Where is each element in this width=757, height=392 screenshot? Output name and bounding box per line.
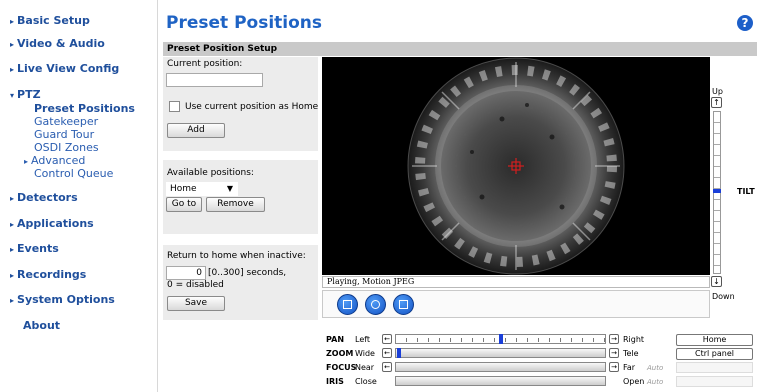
iris-label: IRIS <box>326 377 344 386</box>
chevron-right-icon: ▸ <box>10 194 15 203</box>
return-home-label: Return to home when inactive: <box>167 251 306 261</box>
tilt-up-label: Up <box>712 87 723 96</box>
focus-far-button[interactable]: → <box>609 362 619 372</box>
stop-icon <box>343 300 352 309</box>
focus-slider[interactable] <box>395 362 606 372</box>
tilt-slider-thumb[interactable] <box>713 188 721 193</box>
nav-live-view-config[interactable]: ▸ Live View Config <box>10 62 119 75</box>
nav-advanced[interactable]: ▸ Advanced <box>24 154 85 167</box>
nav-events[interactable]: ▸ Events <box>10 242 59 255</box>
chevron-right-icon: ▸ <box>10 296 15 305</box>
tilt-up-button[interactable]: ↑ <box>711 97 722 108</box>
chevron-down-icon: ▾ <box>10 91 15 100</box>
current-position-panel: Current position: Use current position a… <box>163 57 318 151</box>
nav-preset-positions[interactable]: Preset Positions <box>34 102 135 115</box>
settings-nav: ▸ Basic Setup ▸ Video & Audio ▸ Live View C… <box>0 0 158 392</box>
nav-control-queue[interactable]: Control Queue <box>34 167 113 180</box>
snapshot-button[interactable] <box>365 294 386 315</box>
chevron-right-icon: ▸ <box>10 271 15 280</box>
tilt-down-label: Down <box>712 292 735 301</box>
pan-left-button[interactable]: ← <box>382 334 392 344</box>
zoom-tele-label: Tele <box>623 349 639 358</box>
nav-about[interactable]: About <box>23 319 60 332</box>
focus-label: FOCUS <box>326 363 357 372</box>
pan-label: PAN <box>326 335 345 344</box>
nav-guard-tour[interactable]: Guard Tour <box>34 128 94 141</box>
available-positions-label: Available positions: <box>167 168 254 178</box>
ctrl-panel-button[interactable]: Ctrl panel <box>676 348 753 360</box>
save-button[interactable]: Save <box>167 296 225 311</box>
nav-system-options[interactable]: ▸ System Options <box>10 293 115 306</box>
zoom-out-button[interactable]: ← <box>382 348 392 358</box>
return-home-range: [0..300] seconds, <box>208 268 287 278</box>
fullscreen-button[interactable] <box>393 294 414 315</box>
pan-slider-thumb[interactable] <box>498 334 503 344</box>
fisheye-image <box>322 57 710 275</box>
iris-auto-label: Auto <box>647 378 664 386</box>
dropdown-arrow-icon: ▼ <box>226 184 233 193</box>
available-positions-panel: Available positions: Home ▼ Go to Remove <box>163 160 318 234</box>
tilt-label: TILT <box>737 187 755 196</box>
goto-button[interactable]: Go to <box>166 197 202 212</box>
focus-blank-field <box>676 362 753 373</box>
page-title: Preset Positions <box>166 13 323 33</box>
iris-open-label: Open <box>623 377 645 386</box>
nav-ptz[interactable]: ▾ PTZ <box>10 88 41 101</box>
pan-right-button[interactable]: → <box>609 334 619 344</box>
return-home-disabled-note: 0 = disabled <box>167 280 224 290</box>
video-view[interactable] <box>322 57 710 275</box>
current-position-input[interactable] <box>166 73 263 87</box>
iris-blank-field <box>676 376 753 387</box>
tilt-down-button[interactable]: ↓ <box>711 276 722 287</box>
video-status-bar: Playing, Motion JPEG <box>322 276 710 288</box>
nav-recordings[interactable]: ▸ Recordings <box>10 268 86 281</box>
nav-applications[interactable]: ▸ Applications <box>10 217 94 230</box>
nav-basic-setup[interactable]: ▸ Basic Setup <box>10 14 90 27</box>
zoom-slider-thumb[interactable] <box>397 348 401 358</box>
fullscreen-icon <box>399 300 408 309</box>
focus-auto-label: Auto <box>647 364 664 372</box>
zoom-label: ZOOM <box>326 349 354 358</box>
section-header: Preset Position Setup <box>163 42 757 56</box>
available-positions-select[interactable]: Home ▼ <box>166 182 238 196</box>
return-home-input[interactable]: 0 <box>166 266 206 280</box>
use-current-home-checkbox[interactable] <box>169 101 180 112</box>
current-position-label: Current position: <box>167 59 243 69</box>
chevron-right-icon: ▸ <box>10 220 15 229</box>
chevron-right-icon: ▸ <box>10 245 15 254</box>
camera-icon <box>371 300 380 309</box>
return-home-panel: Return to home when inactive: 0 [0..300]… <box>163 245 318 320</box>
pan-right-label: Right <box>623 335 645 344</box>
add-button[interactable]: Add <box>167 123 225 138</box>
chevron-right-icon: ▸ <box>24 157 29 166</box>
stop-button[interactable] <box>337 294 358 315</box>
video-controls <box>322 290 710 318</box>
iris-close-label: Close <box>355 377 377 386</box>
focus-far-label: Far <box>623 363 636 372</box>
chevron-right-icon: ▸ <box>10 65 15 74</box>
chevron-right-icon: ▸ <box>10 17 15 26</box>
zoom-wide-label: Wide <box>355 349 375 358</box>
nav-video-audio[interactable]: ▸ Video & Audio <box>10 37 105 50</box>
iris-slider[interactable] <box>395 376 606 386</box>
zoom-in-button[interactable]: → <box>609 348 619 358</box>
nav-osdi-zones[interactable]: OSDI Zones <box>34 141 99 154</box>
focus-near-button[interactable]: ← <box>382 362 392 372</box>
remove-button[interactable]: Remove <box>206 197 265 212</box>
chevron-right-icon: ▸ <box>10 40 15 49</box>
help-icon[interactable]: ? <box>737 15 753 31</box>
home-button[interactable]: Home <box>676 334 753 346</box>
nav-detectors[interactable]: ▸ Detectors <box>10 191 78 204</box>
selected-position: Home <box>170 184 197 194</box>
zoom-slider[interactable] <box>395 348 606 358</box>
focus-near-label: Near <box>355 363 375 372</box>
use-current-home-label: Use current position as Home <box>185 102 319 112</box>
nav-gatekeeper[interactable]: Gatekeeper <box>34 115 98 128</box>
tilt-slider[interactable] <box>713 111 721 274</box>
pan-left-label: Left <box>355 335 371 344</box>
